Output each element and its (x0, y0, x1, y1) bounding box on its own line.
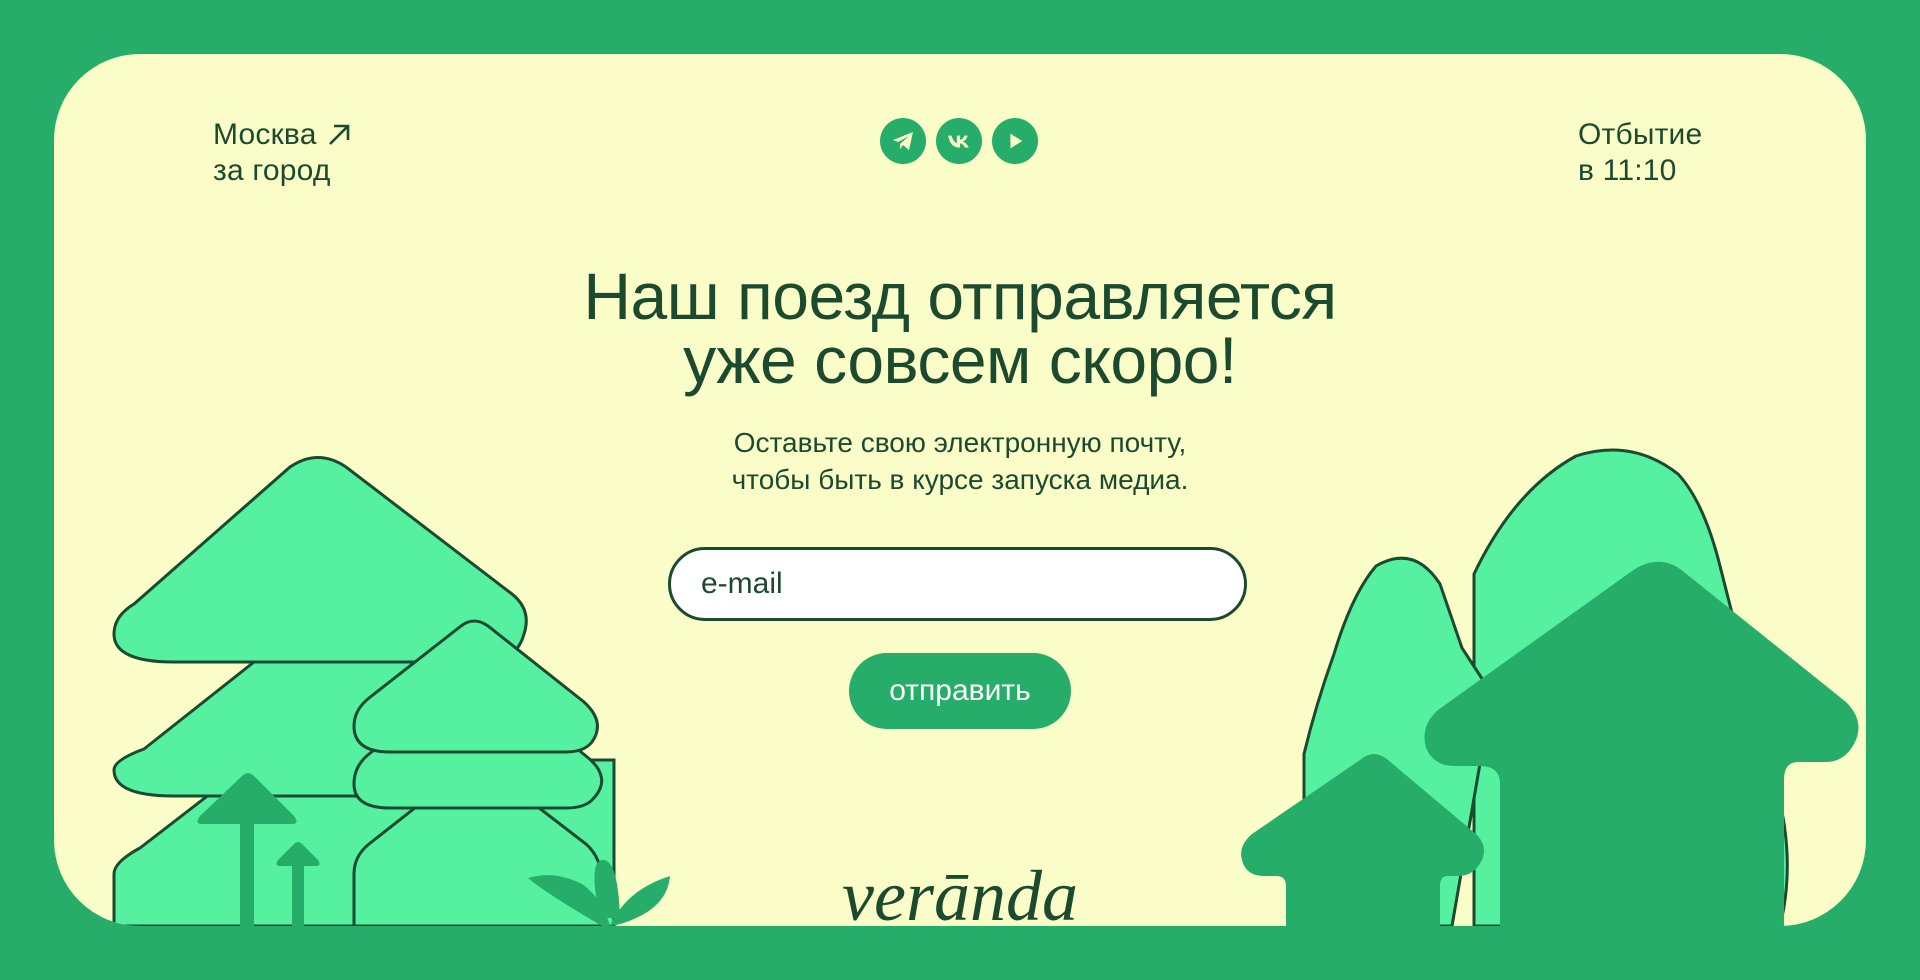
hero-title-line1: Наш поезд отправляется (583, 259, 1337, 333)
youtube-link[interactable] (992, 118, 1038, 164)
hero-subtitle: Оставьте свою электронную почту, чтобы б… (54, 424, 1866, 498)
vk-icon (948, 135, 969, 148)
email-input[interactable] (668, 547, 1247, 621)
location-block: Москва за город (213, 117, 351, 189)
hero-title: Наш поезд отправляется уже совсем скоро! (54, 259, 1866, 397)
telegram-link[interactable] (880, 118, 926, 164)
departure-time: в 11:10 (1578, 154, 1677, 187)
social-links (880, 118, 1038, 164)
departure-block: Отбытие в 11:10 (1578, 117, 1702, 189)
play-icon (1010, 133, 1023, 149)
location-city: Москва (213, 118, 317, 151)
departure-label: Отбытие (1578, 118, 1703, 151)
hero-subtitle-line2: чтобы быть в курсе запуска медиа. (731, 464, 1189, 495)
arrow-up-right-icon (328, 124, 349, 145)
location-subtitle: за город (213, 154, 331, 187)
main-card: Москва за город Отбытие в 11:10 Наш поез… (54, 54, 1866, 926)
brand-logo: verānda (842, 856, 1078, 926)
telegram-icon (893, 132, 913, 150)
hero-title-line2: уже совсем скоро! (683, 323, 1237, 397)
vk-link[interactable] (936, 118, 982, 164)
submit-button[interactable]: отправить (849, 653, 1071, 729)
hero-subtitle-line1: Оставьте свою электронную почту, (733, 427, 1187, 458)
